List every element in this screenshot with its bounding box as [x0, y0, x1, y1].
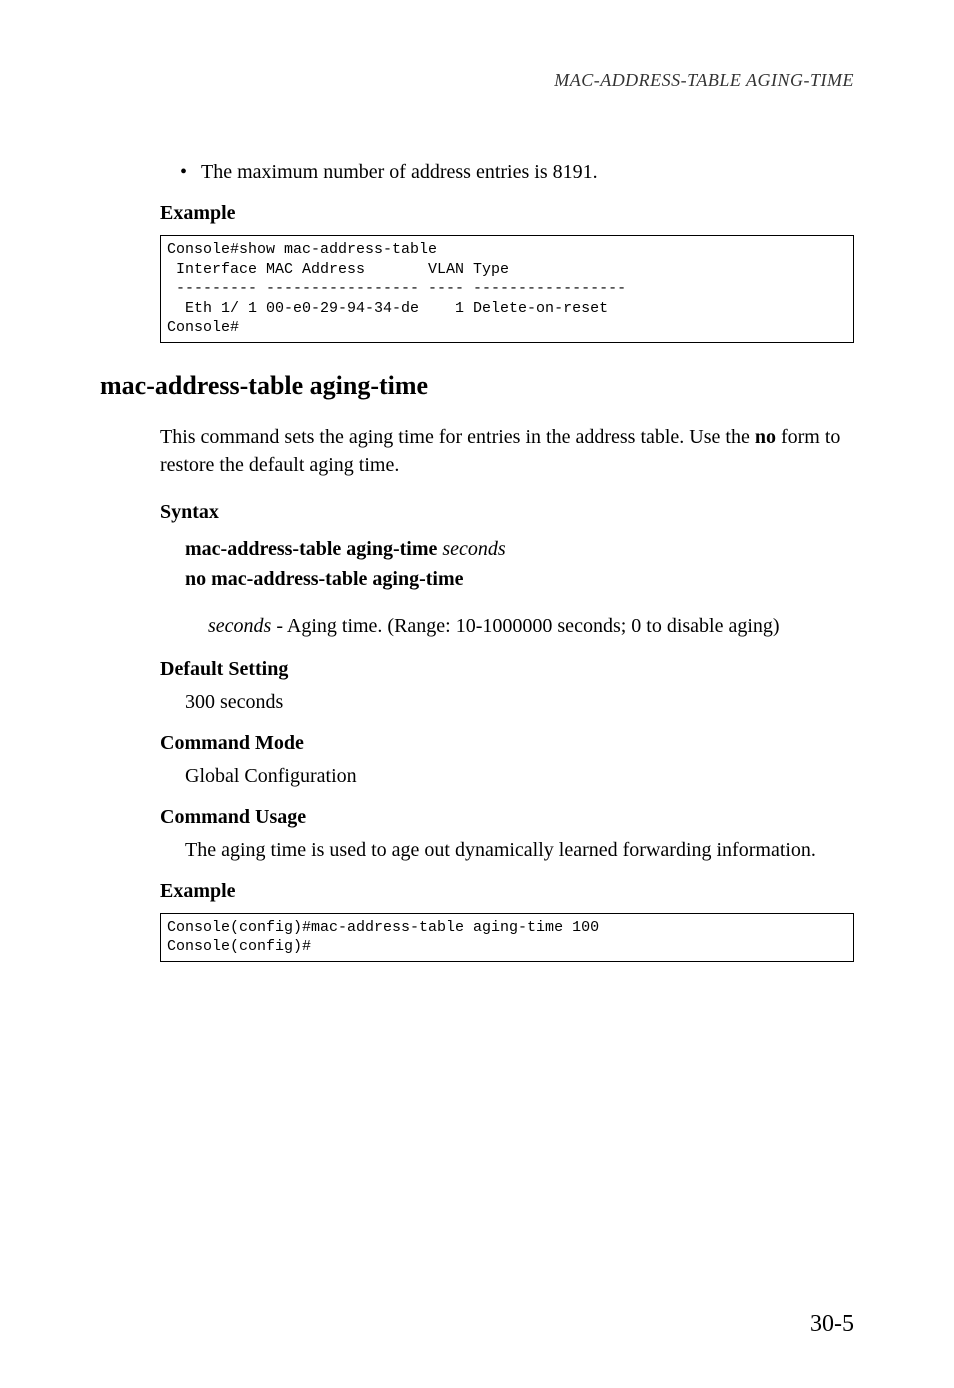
- command-mode-heading: Command Mode: [160, 732, 854, 755]
- example-code-2: Console(config)#mac-address-table aging-…: [160, 913, 854, 962]
- bullet-dot: •: [180, 161, 187, 184]
- param-text: - Aging time. (Range: 10-1000000 seconds…: [271, 615, 779, 637]
- param-name: seconds: [208, 615, 271, 637]
- syntax-line2: no mac-address-table aging-time: [185, 568, 464, 590]
- default-setting-heading: Default Setting: [160, 658, 854, 681]
- page-header: MAC-ADDRESS-TABLE AGING-TIME: [100, 70, 854, 91]
- description-part1: This command sets the aging time for ent…: [160, 426, 755, 448]
- command-usage-text: The aging time is used to age out dynami…: [185, 839, 854, 862]
- syntax-line1-param: seconds: [442, 538, 505, 560]
- command-mode-value: Global Configuration: [185, 765, 854, 788]
- description-no-keyword: no: [755, 426, 776, 448]
- bullet-text: The maximum number of address entries is…: [201, 161, 598, 184]
- bullet-item: • The maximum number of address entries …: [180, 161, 854, 184]
- page-number: 30-5: [810, 1311, 854, 1338]
- syntax-lines: mac-address-table aging-time seconds no …: [185, 534, 854, 594]
- default-setting-value: 300 seconds: [185, 691, 854, 714]
- command-title: mac-address-table aging-time: [100, 371, 854, 401]
- param-description: seconds - Aging time. (Range: 10-1000000…: [208, 612, 854, 640]
- syntax-line1-cmd: mac-address-table aging-time: [185, 538, 437, 560]
- example-heading-1: Example: [160, 202, 854, 225]
- command-usage-heading: Command Usage: [160, 806, 854, 829]
- command-description: This command sets the aging time for ent…: [160, 423, 854, 479]
- example-heading-2: Example: [160, 880, 854, 903]
- example-code-1: Console#show mac-address-table Interface…: [160, 235, 854, 343]
- syntax-heading: Syntax: [160, 501, 854, 524]
